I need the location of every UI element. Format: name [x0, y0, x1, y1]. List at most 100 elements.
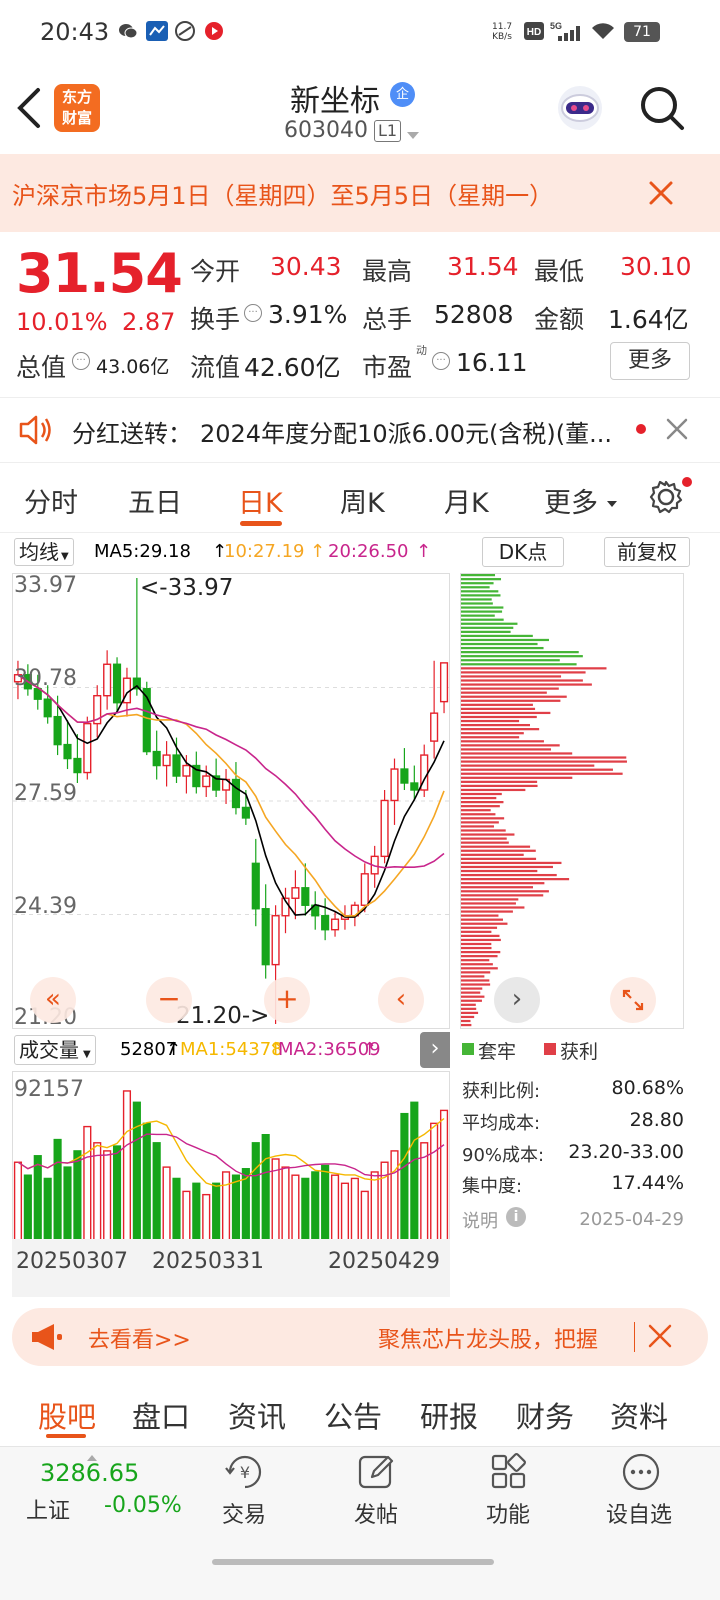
info-icon[interactable]: ··· [244, 304, 262, 322]
scroll-left-icon[interactable]: ‹ [378, 977, 424, 1023]
info-icon[interactable]: ··· [432, 352, 450, 370]
tab-intraday[interactable]: 分时 [24, 481, 78, 520]
chip-bar [461, 586, 490, 589]
tab-weekly-k[interactable]: 周K [340, 481, 385, 520]
expand-panel-icon[interactable]: › [420, 1032, 450, 1068]
logo-line1: 东方 [61, 88, 92, 106]
tab-financials[interactable]: 财务 [516, 1394, 574, 1436]
gear-icon[interactable] [648, 479, 684, 519]
info-icon[interactable]: i [506, 1207, 526, 1227]
tab-five-day[interactable]: 五日 [128, 481, 182, 520]
nav-watchlist[interactable]: 设自选 [606, 1497, 672, 1529]
chip-bar [461, 699, 561, 702]
chip-bar [461, 825, 494, 828]
chip-bar [461, 918, 503, 921]
chevron-right-icon[interactable]: › [494, 977, 540, 1023]
tab-research[interactable]: 研报 [420, 1394, 478, 1436]
volume-bar [53, 1138, 62, 1240]
tab-orderbook[interactable]: 盘口 [132, 1394, 190, 1436]
chip-bar [461, 857, 537, 860]
chip-bar [461, 602, 493, 605]
tab-announcements[interactable]: 公告 [324, 1394, 382, 1436]
more-button[interactable]: 更多 [610, 342, 690, 380]
nav-post[interactable]: 发帖 [354, 1497, 398, 1529]
close-icon[interactable] [648, 1324, 672, 1352]
app-logo[interactable]: 东方 财富 [54, 84, 100, 132]
dividend-label: 分红送转： [72, 420, 192, 448]
index-value[interactable]: 3286.65 [40, 1459, 139, 1487]
tab-forum[interactable]: 股吧 [38, 1394, 96, 1436]
chip-bar [461, 756, 627, 759]
chip-bar [461, 736, 520, 739]
search-icon[interactable] [638, 84, 686, 136]
dividend-banner[interactable]: 分红送转： 2024年度分配10派6.00元(含税)(董... [0, 397, 720, 463]
date-label: 20250429 [328, 1249, 440, 1274]
candle-body [321, 915, 330, 931]
chevron-down-icon: ▼ [61, 551, 69, 562]
chip-bar [461, 695, 567, 698]
mktcap-label: 总值 [16, 353, 67, 382]
chip-bar [461, 683, 592, 686]
chip-distribution-chart [461, 574, 627, 1027]
grid-apps-icon[interactable] [488, 1451, 530, 1497]
volume-bar [410, 1101, 419, 1240]
candle-body [162, 754, 171, 767]
volume-bar [350, 1177, 359, 1240]
home-indicator [212, 1559, 494, 1565]
tab-profile[interactable]: 资料 [610, 1394, 668, 1436]
chip-bar [461, 598, 492, 601]
volume-indicator-select[interactable]: 成交量 ▼ [14, 1035, 96, 1065]
nav-functions[interactable]: 功能 [486, 1497, 530, 1529]
unread-dot [636, 424, 646, 434]
back-icon[interactable] [14, 86, 44, 134]
nav-trade[interactable]: 交易 [222, 1497, 266, 1529]
candle-body [63, 743, 72, 760]
chart-period-tabs: 分时 五日 日K 周K 月K 更多 [0, 463, 720, 533]
price-chart-frame[interactable] [12, 573, 450, 1029]
more-circle-icon[interactable] [620, 1451, 662, 1497]
promo-banner[interactable]: 去看看>> 聚焦芯片龙头股，把握 [12, 1308, 708, 1366]
volume-bar [172, 1177, 181, 1240]
candle-body [380, 799, 389, 858]
ma-select[interactable]: 均线 ▼ [14, 538, 74, 566]
close-icon[interactable] [648, 180, 674, 210]
scroll-left-fast-icon[interactable]: « [30, 977, 76, 1023]
volume-bar [261, 1134, 270, 1240]
tab-more[interactable]: 更多 [544, 481, 598, 520]
code-dropdown-icon[interactable] [406, 126, 420, 145]
chip-bar [461, 788, 526, 792]
zoom-in-icon[interactable]: + [264, 977, 310, 1023]
candle-body [112, 663, 122, 704]
info-icon[interactable]: ··· [72, 352, 90, 370]
megaphone-icon [30, 1322, 64, 1356]
chip-bar [461, 821, 499, 824]
chip-bar [461, 861, 562, 865]
zoom-out-icon[interactable]: − [146, 977, 192, 1023]
chip-bar [461, 853, 524, 856]
index-change[interactable]: -0.05% [104, 1493, 182, 1518]
chip-bar [461, 894, 544, 897]
profit-ratio-label: 获利比例: [462, 1081, 541, 1102]
edit-post-icon[interactable] [356, 1451, 398, 1497]
go-see-link[interactable]: 去看看>> [88, 1322, 191, 1354]
adjust-button[interactable]: 前复权 [604, 537, 690, 567]
tab-daily-k[interactable]: 日K [238, 481, 283, 520]
trapped-legend-swatch [462, 1043, 474, 1055]
change-amount: 2.87 [122, 308, 176, 336]
chip-bar [461, 784, 538, 788]
divider [634, 1322, 635, 1352]
volume-bar [301, 1177, 310, 1240]
market-notice-banner[interactable]: 沪深京市场5月1日（星期四）至5月5日（星期一） [0, 154, 720, 232]
tab-news[interactable]: 资讯 [228, 1394, 286, 1436]
explain-link[interactable]: 说明 [462, 1207, 498, 1233]
promo-text: 聚焦芯片龙头股，把握 [378, 1328, 599, 1353]
robot-assistant-icon[interactable] [554, 82, 606, 138]
tab-monthly-k[interactable]: 月K [444, 481, 489, 520]
trade-icon[interactable]: ¥ [224, 1451, 266, 1497]
volume-bar [221, 1171, 231, 1240]
close-icon[interactable] [666, 418, 688, 444]
dk-point-button[interactable]: DK点 [482, 537, 564, 567]
volume-bar [212, 1182, 221, 1240]
index-name[interactable]: 上证 [26, 1493, 70, 1525]
expand-icon[interactable] [610, 977, 656, 1023]
